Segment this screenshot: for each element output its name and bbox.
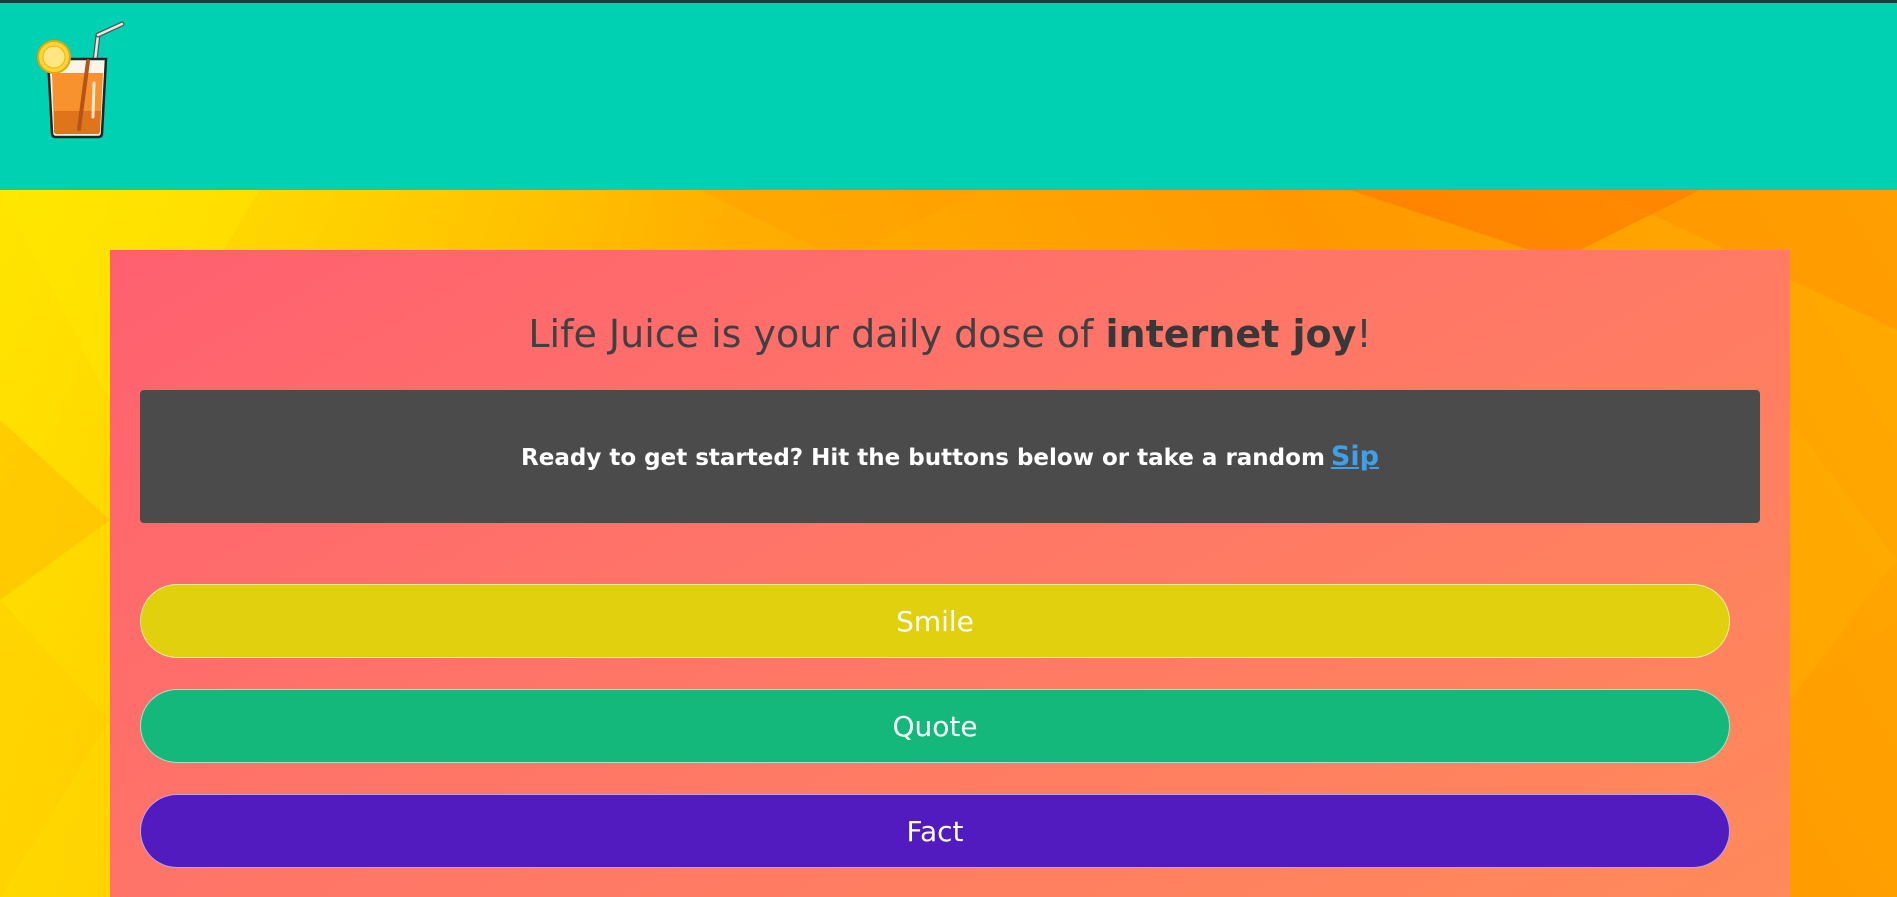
juice-glass-icon[interactable]: [36, 21, 128, 141]
top-navbar: [0, 0, 1897, 190]
headline-emphasis: internet joy: [1105, 312, 1357, 356]
random-sip-link[interactable]: Sip: [1331, 441, 1379, 472]
page-headline: Life Juice is your daily dose of interne…: [110, 312, 1790, 356]
fact-button[interactable]: Fact: [140, 794, 1730, 868]
get-started-notice: Ready to get started? Hit the buttons be…: [140, 390, 1760, 523]
smile-button[interactable]: Smile: [140, 584, 1730, 658]
headline-suffix: !: [1356, 312, 1372, 356]
quote-button[interactable]: Quote: [140, 689, 1730, 763]
headline-prefix: Life Juice is your daily dose of: [528, 312, 1106, 356]
notice-message: Ready to get started? Hit the buttons be…: [521, 445, 1325, 471]
intro-card: Life Juice is your daily dose of interne…: [110, 250, 1790, 897]
notice-text: Ready to get started? Hit the buttons be…: [521, 441, 1379, 472]
